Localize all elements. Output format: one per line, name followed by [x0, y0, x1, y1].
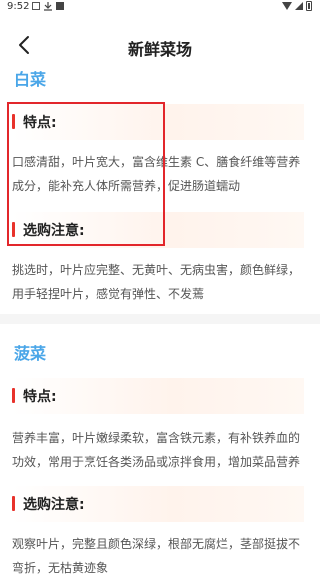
highlight-box — [7, 102, 165, 246]
battery-icon — [306, 1, 312, 11]
tips-text: 观察叶片，完整且颜色深绿，根部无腐烂，茎部挺拔不弯折，无枯黄迹象 — [12, 537, 301, 575]
section-divider — [0, 314, 320, 324]
wifi-icon — [282, 2, 292, 10]
gallery-notification-icon — [32, 2, 40, 10]
signal-icon — [295, 2, 303, 10]
tips-label: 选购注意: — [23, 497, 85, 513]
section-title-bocai: 菠菜 — [14, 344, 47, 363]
status-bar: 9:52 — [0, 0, 320, 16]
tips-text: 挑选时，叶片应完整、无黄叶、无病虫害，颜色鲜绿，用手轻捏叶片，感觉有弹性、不发蔫 — [12, 263, 301, 301]
app-notification-icon — [56, 2, 64, 10]
label-marker — [12, 388, 15, 403]
download-notification-icon — [44, 2, 52, 11]
status-time: 9:52 — [7, 1, 30, 12]
section-title-baicai: 白菜 — [14, 70, 47, 89]
label-marker — [12, 496, 15, 511]
features-label-bar: 特点: — [12, 378, 304, 414]
nav-bar: 新鲜菜场 — [0, 30, 320, 64]
status-right — [282, 1, 312, 11]
page-title: 新鲜菜场 — [127, 40, 192, 59]
tips-label-bar: 选购注意: — [12, 486, 304, 522]
features-text: 营养丰富，叶片嫩绿柔软，富含铁元素，有补铁养血的功效，常用于烹饪各类汤品或凉拌食… — [12, 431, 301, 469]
features-label: 特点: — [23, 389, 57, 405]
